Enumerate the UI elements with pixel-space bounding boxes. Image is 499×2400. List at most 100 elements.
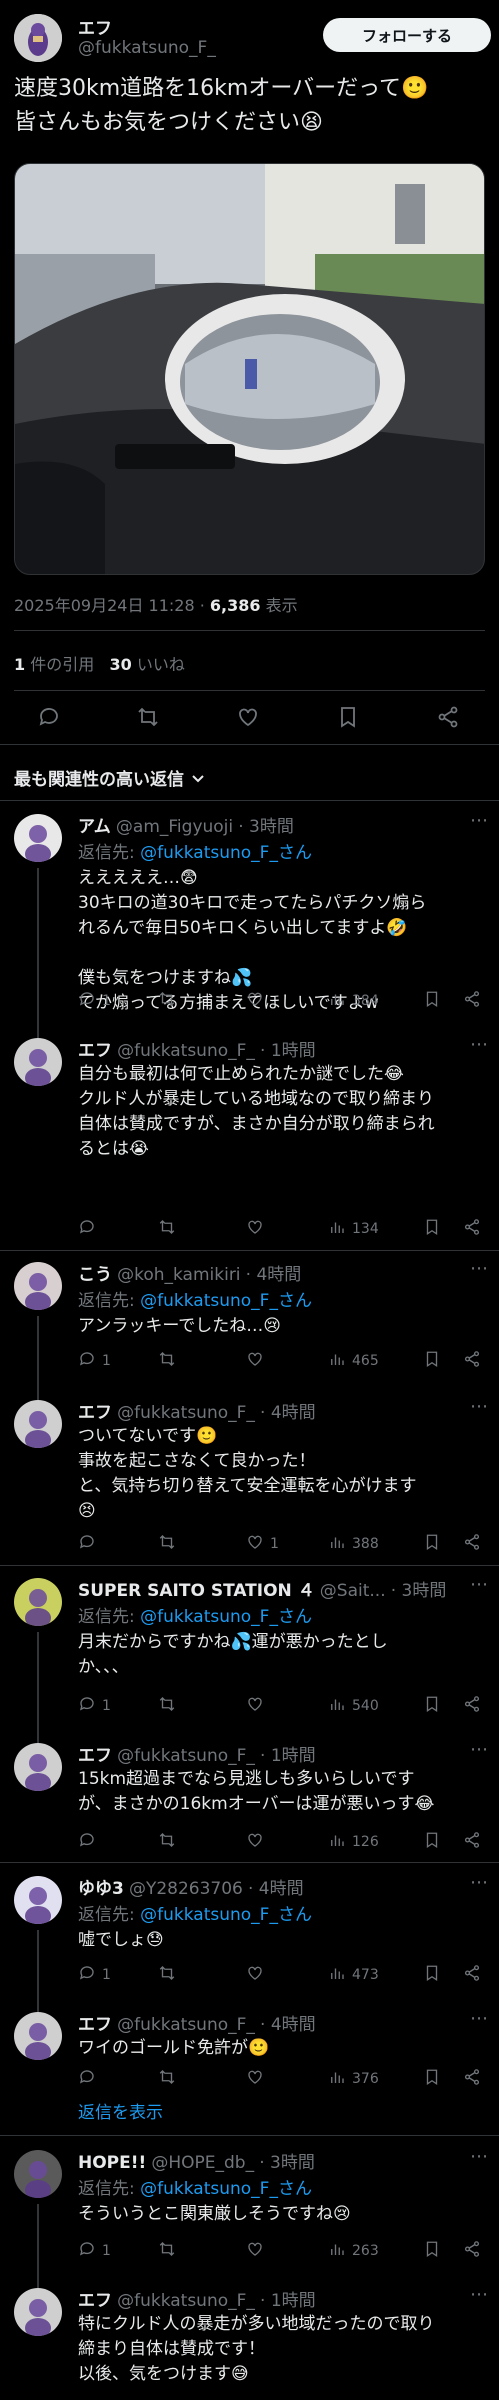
reply-time[interactable]: · 4時間 <box>260 2015 316 2035</box>
reply-icon[interactable] <box>37 705 61 729</box>
reply-author-handle[interactable]: @am_Figyuoji <box>116 817 233 837</box>
reply-button[interactable]: 1 <box>78 1964 111 1986</box>
reply-avatar[interactable] <box>14 1578 62 1626</box>
reply-author-name[interactable]: エフ <box>78 1041 112 1061</box>
reply-button[interactable] <box>78 2068 102 2090</box>
like-button[interactable] <box>246 1695 270 1717</box>
reply-author-name[interactable]: HOPE!! <box>78 2153 146 2173</box>
retweet-button[interactable] <box>158 1350 182 1372</box>
retweet-button[interactable] <box>158 1695 182 1717</box>
replying-handle-link[interactable]: @fukkatsuno_F_さん <box>140 843 312 863</box>
more-options-icon[interactable]: ⋯ <box>470 1258 488 1279</box>
more-options-icon[interactable]: ⋯ <box>470 1739 488 1760</box>
reply-time[interactable]: · 4時間 <box>260 1403 316 1423</box>
reply-time[interactable]: · 4時間 <box>248 1879 304 1899</box>
bookmark-button[interactable] <box>423 2068 441 2090</box>
reply-author-name[interactable]: SUPER SAITO STATION ４ <box>78 1581 315 1601</box>
tweet-photo[interactable] <box>14 163 485 575</box>
reply-author-name[interactable]: エフ <box>78 2291 112 2311</box>
bookmark-button[interactable] <box>423 1831 441 1853</box>
more-options-icon[interactable]: ⋯ <box>470 1574 488 1595</box>
reply-button[interactable] <box>78 1218 102 1240</box>
more-options-icon[interactable]: ⋯ <box>470 2284 488 2305</box>
more-options-icon[interactable]: ⋯ <box>470 2146 488 2167</box>
views-button[interactable]: 263 <box>328 2240 379 2262</box>
reply-avatar[interactable] <box>14 1262 62 1310</box>
reply-sort-selector[interactable]: 最も関連性の高い返信 <box>14 765 206 790</box>
views-button[interactable]: 384 <box>328 990 379 1012</box>
retweet-button[interactable] <box>158 1533 182 1555</box>
share-button[interactable] <box>463 1533 481 1555</box>
bookmark-button[interactable] <box>423 1350 441 1372</box>
reply-time[interactable]: · 4時間 <box>246 1265 302 1285</box>
views-button[interactable]: 540 <box>328 1695 379 1717</box>
reply-time[interactable]: · 1時間 <box>260 2291 316 2311</box>
reply-author-handle[interactable]: @fukkatsuno_F_ <box>117 1041 255 1061</box>
bookmark-button[interactable] <box>423 1533 441 1555</box>
more-options-icon[interactable]: ⋯ <box>470 2008 488 2029</box>
share-button[interactable] <box>463 990 481 1012</box>
reply-time[interactable]: · 1時間 <box>260 1041 316 1061</box>
author-handle[interactable]: @fukkatsuno_F_ <box>78 38 216 58</box>
views-button[interactable]: 388 <box>328 1533 379 1555</box>
more-options-icon[interactable]: ⋯ <box>470 810 488 831</box>
views-button[interactable]: 126 <box>328 1831 379 1853</box>
bookmark-button[interactable] <box>423 2240 441 2262</box>
reply-author-name[interactable]: こう <box>78 1265 112 1285</box>
like-button[interactable] <box>246 990 270 1012</box>
replying-handle-link[interactable]: @fukkatsuno_F_さん <box>140 2179 312 2199</box>
views-button[interactable]: 465 <box>328 1350 379 1372</box>
reply-avatar[interactable] <box>14 1876 62 1924</box>
like-button[interactable] <box>246 2068 270 2090</box>
views-button[interactable]: 134 <box>328 1218 379 1240</box>
share-button[interactable] <box>463 1964 481 1986</box>
views-button[interactable]: 473 <box>328 1964 379 1986</box>
reply-time[interactable]: · 3時間 <box>238 817 294 837</box>
reply-avatar[interactable] <box>14 1038 62 1086</box>
like-button[interactable] <box>246 1350 270 1372</box>
bookmark-button[interactable] <box>423 990 441 1012</box>
replying-handle-link[interactable]: @fukkatsuno_F_さん <box>140 1607 312 1627</box>
bookmark-button[interactable] <box>423 1695 441 1717</box>
reply-avatar[interactable] <box>14 814 62 862</box>
reply-button[interactable] <box>78 1831 102 1853</box>
like-button[interactable] <box>246 1218 270 1240</box>
retweet-button[interactable] <box>158 1831 182 1853</box>
show-replies-link[interactable]: 返信を表示 <box>78 2098 163 2123</box>
bookmark-button[interactable] <box>423 1964 441 1986</box>
likes-count[interactable]: 30 <box>110 655 132 674</box>
reply-author-handle[interactable]: @HOPE_db_ <box>151 2153 254 2173</box>
quotes-label[interactable]: 件の引用 <box>30 655 94 674</box>
reply-time[interactable]: · 3時間 <box>259 2153 315 2173</box>
reply-author-handle[interactable]: @fukkatsuno_F_ <box>117 1403 255 1423</box>
quotes-count[interactable]: 1 <box>14 655 25 674</box>
author-name[interactable]: エフ <box>78 14 112 39</box>
reply-author-name[interactable]: ゆゆ3 <box>78 1879 124 1899</box>
like-button[interactable] <box>246 1964 270 1986</box>
reply-author-handle[interactable]: @Sait... <box>320 1581 386 1601</box>
share-button[interactable] <box>463 1831 481 1853</box>
reply-time[interactable]: · 3時間 <box>391 1581 447 1601</box>
retweet-button[interactable] <box>158 1964 182 1986</box>
more-options-icon[interactable]: ⋯ <box>470 1034 488 1055</box>
like-button[interactable] <box>246 2240 270 2262</box>
reply-avatar[interactable] <box>14 2288 62 2336</box>
retweet-button[interactable] <box>158 1218 182 1240</box>
reply-author-name[interactable]: アム <box>78 817 111 837</box>
share-button[interactable] <box>463 2240 481 2262</box>
reply-author-handle[interactable]: @fukkatsuno_F_ <box>117 2015 255 2035</box>
like-button[interactable]: 1 <box>246 1533 279 1555</box>
reply-button[interactable]: 1 <box>78 1350 111 1372</box>
share-icon[interactable] <box>436 705 460 729</box>
author-avatar[interactable] <box>14 14 62 62</box>
reply-button[interactable] <box>78 1533 102 1555</box>
more-options-icon[interactable]: ⋯ <box>470 1396 488 1417</box>
reply-avatar[interactable] <box>14 2012 62 2060</box>
follow-button[interactable]: フォローする <box>323 18 491 52</box>
reply-author-handle[interactable]: @koh_kamikiri <box>117 1265 240 1285</box>
bookmark-icon[interactable] <box>336 705 360 729</box>
reply-author-handle[interactable]: @Y28263706 <box>129 1879 243 1899</box>
reply-button[interactable]: 1 <box>78 2240 111 2262</box>
reply-author-name[interactable]: エフ <box>78 2015 112 2035</box>
reply-button[interactable]: 1 <box>78 1695 111 1717</box>
